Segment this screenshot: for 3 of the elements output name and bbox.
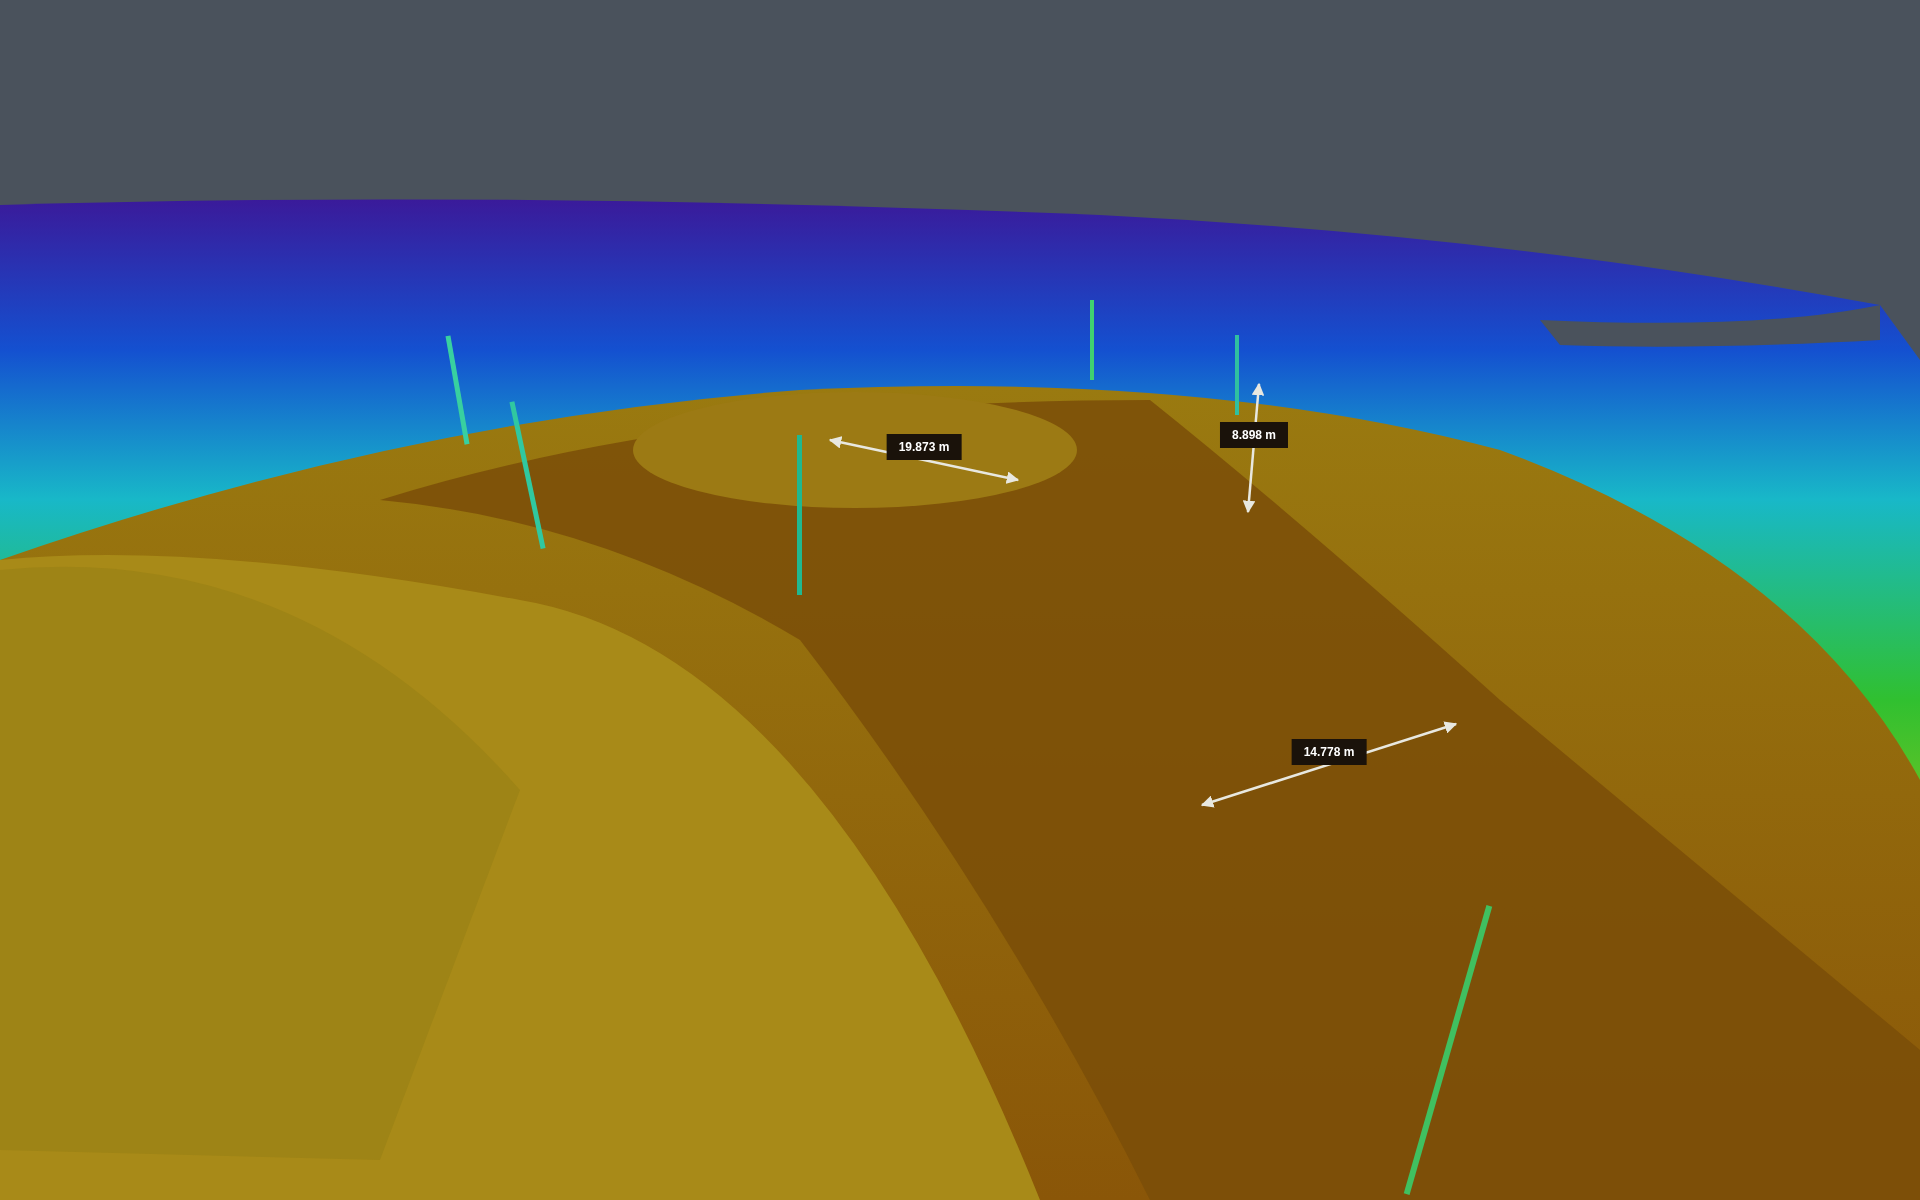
measurement-label: 8.898 m [1220, 422, 1288, 448]
measurement-label: 19.873 m [886, 434, 962, 460]
measurement-label: 14.778 m [1291, 739, 1367, 765]
